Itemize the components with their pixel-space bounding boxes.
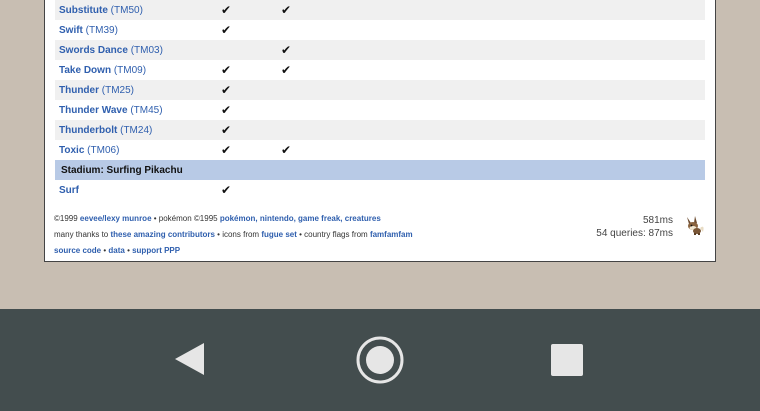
recents-button[interactable] xyxy=(550,343,584,377)
check-mark: ✔ xyxy=(221,183,232,197)
check-mark xyxy=(277,20,341,40)
table-row: Swift (TM39) ✔ xyxy=(55,20,705,40)
check-mark: ✔ xyxy=(221,23,232,37)
check-mark: ✔ xyxy=(277,0,341,20)
table-row: Swords Dance (TM03) ✔ xyxy=(55,40,705,60)
check-mark xyxy=(277,80,341,100)
move-link[interactable]: Substitute xyxy=(59,5,108,16)
check-mark xyxy=(217,40,277,60)
move-link[interactable]: Swift xyxy=(59,25,83,36)
move-link[interactable]: Swords Dance xyxy=(59,45,128,56)
move-link[interactable]: Thunder Wave xyxy=(59,105,128,116)
table-row: Thunder (TM25) ✔ xyxy=(55,80,705,100)
recents-square-icon xyxy=(551,344,583,376)
home-button[interactable] xyxy=(355,335,405,385)
support-link[interactable]: support PPP xyxy=(132,246,180,255)
tm-label: (TM39) xyxy=(85,24,118,36)
tm-label: (TM03) xyxy=(130,44,163,56)
owners-link[interactable]: pokémon, nintendo, game freak, creatures xyxy=(220,214,381,223)
section-title: Stadium: Surfing Pikachu xyxy=(55,160,705,180)
home-circle-icon xyxy=(356,336,404,384)
check-mark xyxy=(277,120,341,140)
check-mark: ✔ xyxy=(281,143,292,157)
footer-text: many thanks to xyxy=(54,230,111,239)
tm-label: (TM25) xyxy=(101,84,135,96)
content-panel: Substitute (TM50) ✔ ✔ Swift (TM39) ✔ Swo… xyxy=(44,0,716,262)
footer-text: • xyxy=(124,246,133,255)
check-mark: ✔ xyxy=(221,103,232,117)
tm-label: (TM24) xyxy=(120,124,153,136)
moves-table: Substitute (TM50) ✔ ✔ Swift (TM39) ✔ Swo… xyxy=(55,0,705,200)
footer-line-links: source code • data • support PPP xyxy=(54,243,413,259)
check-mark: ✔ xyxy=(221,63,232,77)
check-mark: ✔ xyxy=(281,63,292,77)
table-row: Toxic (TM06) ✔ ✔ xyxy=(55,140,705,160)
footer-line-copyright: ©1999 eevee/lexy munroe • pokémon ©1995 … xyxy=(54,211,413,227)
table-row: Take Down (TM09) ✔ ✔ xyxy=(55,60,705,80)
check-mark xyxy=(277,100,341,120)
tm-label: (TM09) xyxy=(113,64,147,76)
android-nav-bar xyxy=(0,309,760,411)
section-header-row: Stadium: Surfing Pikachu xyxy=(55,160,705,180)
check-mark: ✔ xyxy=(277,40,341,60)
tm-label: (TM45) xyxy=(130,104,163,116)
footer-text: • country flags from xyxy=(296,230,370,239)
move-link[interactable]: Thunderbolt xyxy=(59,125,117,136)
check-mark: ✔ xyxy=(217,80,277,100)
footer-line-credits: many thanks to these amazing contributor… xyxy=(54,227,413,243)
contributors-link[interactable]: these amazing contributors xyxy=(110,230,214,239)
move-link[interactable]: Take Down xyxy=(59,65,111,76)
footer-text: • icons from xyxy=(214,230,262,239)
footer-text: ©1999 xyxy=(54,214,80,223)
author-link[interactable]: eevee/lexy munroe xyxy=(80,214,152,223)
data-link[interactable]: data xyxy=(108,246,124,255)
eevee-sprite-icon xyxy=(683,214,705,236)
footer-text: • pokémon ©1995 xyxy=(151,214,220,223)
source-code-link[interactable]: source code xyxy=(54,246,101,255)
fugue-link[interactable]: fugue set xyxy=(261,230,297,239)
move-link[interactable]: Thunder xyxy=(59,85,99,96)
check-mark: ✔ xyxy=(217,0,277,20)
move-link[interactable]: Toxic xyxy=(59,145,84,156)
back-button[interactable] xyxy=(170,339,210,379)
tm-label: (TM50) xyxy=(110,4,143,16)
move-link[interactable]: Surf xyxy=(59,185,79,196)
table-row: Surf ✔ xyxy=(55,180,705,200)
render-stats: 581ms 54 queries: 87ms xyxy=(596,214,673,240)
table-row: Thunder Wave (TM45) ✔ xyxy=(55,100,705,120)
check-mark: ✔ xyxy=(221,143,232,157)
back-triangle-icon xyxy=(175,343,204,375)
table-row: Substitute (TM50) ✔ ✔ xyxy=(55,0,705,20)
query-stats: 54 queries: 87ms xyxy=(596,228,673,239)
check-mark: ✔ xyxy=(217,120,277,140)
tm-label: (TM06) xyxy=(87,144,120,156)
famfamfam-link[interactable]: famfamfam xyxy=(370,230,413,239)
table-row: Thunderbolt (TM24) ✔ xyxy=(55,120,705,140)
render-time: 581ms xyxy=(642,215,673,226)
footer: ©1999 eevee/lexy munroe • pokémon ©1995 … xyxy=(54,211,413,259)
